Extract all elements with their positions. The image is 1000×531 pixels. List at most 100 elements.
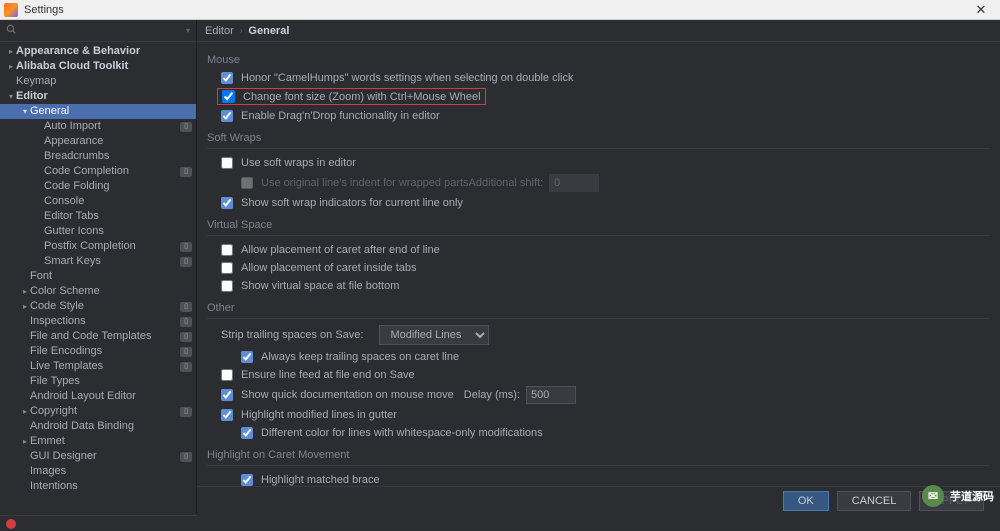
tree-item-label: Color Scheme xyxy=(30,284,192,299)
settings-scroll: Mouse Honor "CamelHumps" words settings … xyxy=(197,42,1000,486)
tree-item-label: Alibaba Cloud Toolkit xyxy=(16,59,192,74)
chk-zoom[interactable] xyxy=(222,90,235,103)
chk-dnd[interactable]: Enable Drag'n'Drop functionality in edit… xyxy=(207,108,990,124)
chk-showwrap[interactable]: Show soft wrap indicators for current li… xyxy=(207,195,990,211)
cancel-button[interactable]: CANCEL xyxy=(837,491,912,511)
titlebar: Settings ✕ xyxy=(0,0,1000,20)
tree-item[interactable]: Android Data Binding xyxy=(0,419,196,434)
section-mouse: Mouse xyxy=(207,54,990,66)
chk-whitesp[interactable]: Different color for lines with whitespac… xyxy=(207,425,990,441)
chk-caret-tabs[interactable]: Allow placement of caret inside tabs xyxy=(207,260,990,276)
tree-item[interactable]: Intentions xyxy=(0,479,196,494)
project-badge-icon: ▯ xyxy=(180,242,192,252)
section-softwraps: Soft Wraps xyxy=(207,132,990,144)
tree-item[interactable]: ▸Alibaba Cloud Toolkit xyxy=(0,59,196,74)
tree-item[interactable]: File Types xyxy=(0,374,196,389)
close-icon[interactable]: ✕ xyxy=(966,2,996,18)
tree-item[interactable]: ▸Code Style▯ xyxy=(0,299,196,314)
chk-camelhumps[interactable]: Honor "CamelHumps" words settings when s… xyxy=(207,70,990,86)
breadcrumb-current: General xyxy=(248,25,289,37)
tree-item[interactable]: Postfix Completion ▯ xyxy=(0,239,196,254)
settings-tree: ▸Appearance & Behavior▸Alibaba Cloud Too… xyxy=(0,42,196,514)
tree-item[interactable]: Console xyxy=(0,194,196,209)
tree-item-label: Editor Tabs xyxy=(44,209,192,224)
project-badge-icon: ▯ xyxy=(180,362,192,372)
tree-item-label: Live Templates xyxy=(30,359,176,374)
tree-item[interactable]: GUI Designer▯ xyxy=(0,449,196,464)
content-panel: Editor › General Mouse Honor "CamelHumps… xyxy=(197,20,1000,514)
tree-item-label: Editor xyxy=(16,89,192,104)
input-delay[interactable] xyxy=(526,386,576,404)
tree-item-label: Code Completion xyxy=(44,164,176,179)
chk-keeptrail[interactable]: Always keep trailing spaces on caret lin… xyxy=(207,349,990,365)
tree-item[interactable]: ▸Color Scheme xyxy=(0,284,196,299)
tree-item-label: File and Code Templates xyxy=(30,329,176,344)
tree-item[interactable]: ▾General xyxy=(0,104,196,119)
tree-item[interactable]: ▾Editor xyxy=(0,89,196,104)
chk-quickdoc[interactable]: Show quick documentation on mouse move xyxy=(207,387,454,403)
tree-item-label: Keymap xyxy=(16,74,192,89)
tree-item[interactable]: ▸Appearance & Behavior xyxy=(0,44,196,59)
status-dot-icon xyxy=(6,519,16,529)
tree-item[interactable]: Android Layout Editor xyxy=(0,389,196,404)
tree-item[interactable]: Appearance xyxy=(0,134,196,149)
chk-gutter[interactable]: Highlight modified lines in gutter xyxy=(207,407,990,423)
tree-item[interactable]: ▸Copyright▯ xyxy=(0,404,196,419)
tree-item-label: Copyright xyxy=(30,404,176,419)
tree-item-label: Code Style xyxy=(30,299,176,314)
tree-item[interactable]: Smart Keys▯ xyxy=(0,254,196,269)
app-icon xyxy=(4,3,18,17)
breadcrumb: Editor › General xyxy=(197,20,1000,42)
tree-item[interactable]: Auto Import▯ xyxy=(0,119,196,134)
tree-item[interactable]: Font xyxy=(0,269,196,284)
lbl-delay: Delay (ms): xyxy=(464,389,520,401)
wechat-icon: ✉ xyxy=(922,485,944,507)
tree-item-label: Appearance & Behavior xyxy=(16,44,192,59)
project-badge-icon: ▯ xyxy=(180,347,192,357)
select-strip[interactable]: Modified Lines xyxy=(379,325,489,345)
tree-item-label: Breadcrumbs xyxy=(44,149,192,164)
tree-item-label: Font xyxy=(30,269,192,284)
expand-icon: ▾ xyxy=(6,89,16,104)
chk-virtual-bottom[interactable]: Show virtual space at file bottom xyxy=(207,278,990,294)
chk-caret-eol[interactable]: Allow placement of caret after end of li… xyxy=(207,242,990,258)
chk-softwrap[interactable]: Use soft wraps in editor xyxy=(207,155,990,171)
tree-item[interactable]: ▸Emmet xyxy=(0,434,196,449)
tree-item[interactable]: Gutter Icons xyxy=(0,224,196,239)
tree-item[interactable]: Editor Tabs xyxy=(0,209,196,224)
search-chevron-icon: ▾ xyxy=(186,26,190,35)
project-badge-icon: ▯ xyxy=(180,302,192,312)
ok-button[interactable]: OK xyxy=(783,491,829,511)
chk-zoom-highlight: Change font size (Zoom) with Ctrl+Mouse … xyxy=(217,88,486,105)
project-badge-icon: ▯ xyxy=(180,407,192,417)
project-badge-icon: ▯ xyxy=(180,167,192,177)
dialog-footer: OK CANCEL APPLY xyxy=(197,486,1000,514)
tree-item[interactable]: Code Folding xyxy=(0,179,196,194)
lbl-strip: Strip trailing spaces on Save: xyxy=(221,329,363,341)
section-caret: Highlight on Caret Movement xyxy=(207,449,990,461)
chk-linefeed[interactable]: Ensure line feed at file end on Save xyxy=(207,367,990,383)
tree-item[interactable]: Inspections▯ xyxy=(0,314,196,329)
tree-item-label: Intentions xyxy=(30,479,192,494)
tree-item[interactable]: Images xyxy=(0,464,196,479)
expand-icon: ▸ xyxy=(20,284,30,299)
tree-item[interactable]: File and Code Templates▯ xyxy=(0,329,196,344)
chk-origindent: Use original line's indent for wrapped p… xyxy=(207,175,469,191)
tree-item[interactable]: Keymap xyxy=(0,74,196,89)
search-bar[interactable]: ▾ xyxy=(0,20,196,42)
tree-item-label: Auto Import xyxy=(44,119,176,134)
window-title: Settings xyxy=(24,4,966,16)
tree-item-label: Postfix Completion xyxy=(44,239,176,254)
tree-item[interactable]: Live Templates ▯ xyxy=(0,359,196,374)
breadcrumb-root[interactable]: Editor xyxy=(205,25,234,37)
tree-item[interactable]: Code Completion ▯ xyxy=(0,164,196,179)
tree-item-label: Code Folding xyxy=(44,179,192,194)
section-other: Other xyxy=(207,302,990,314)
search-icon xyxy=(6,24,16,37)
tree-item[interactable]: Breadcrumbs xyxy=(0,149,196,164)
tree-item[interactable]: File Encodings▯ xyxy=(0,344,196,359)
chk-brace[interactable]: Highlight matched brace xyxy=(207,472,990,486)
project-badge-icon: ▯ xyxy=(180,317,192,327)
expand-icon: ▸ xyxy=(6,59,16,74)
tree-item-label: File Types xyxy=(30,374,192,389)
